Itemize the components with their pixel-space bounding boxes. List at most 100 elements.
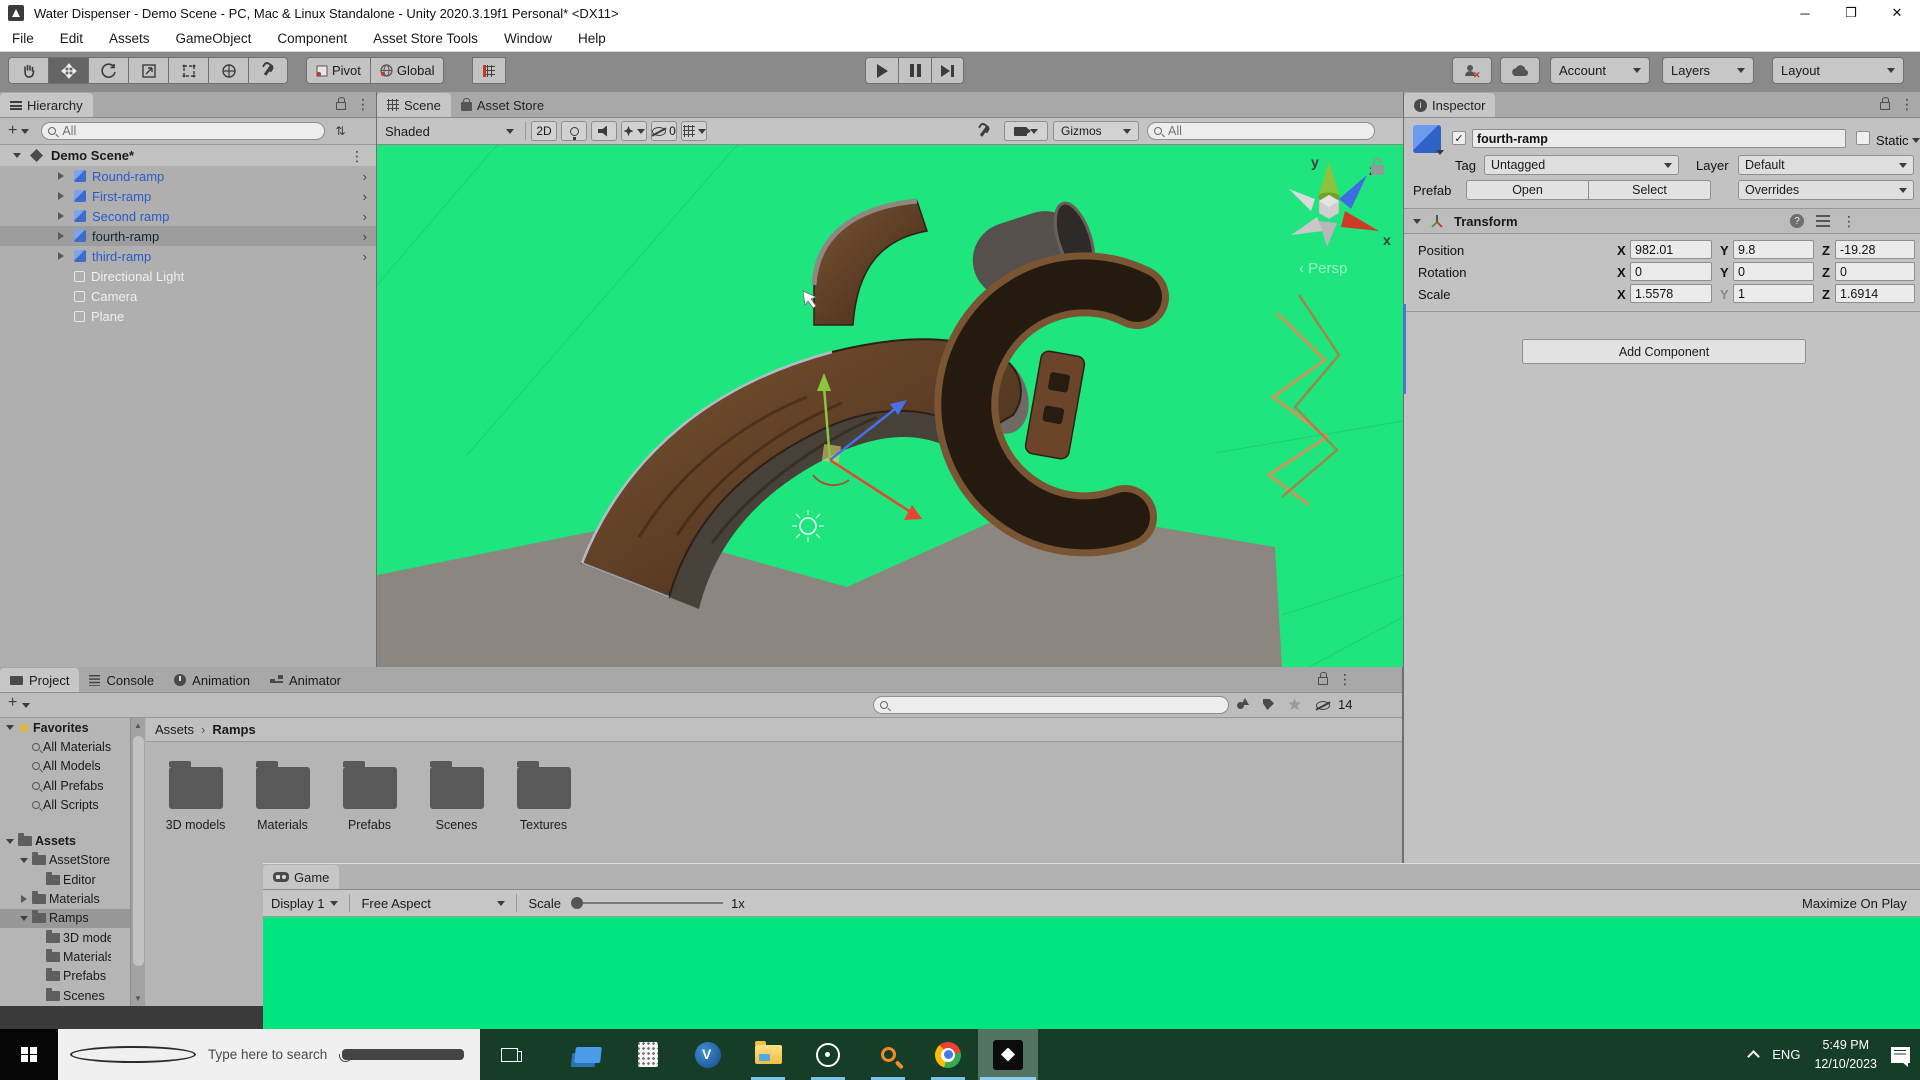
- asset-folder[interactable]: Scenes: [413, 759, 500, 832]
- hierarchy-item-second-ramp[interactable]: Second ramp ›: [0, 206, 376, 226]
- transform-component-header[interactable]: Transform ? ⋮: [1404, 208, 1920, 234]
- project-tree-item-scenes[interactable]: Scenes: [0, 986, 130, 1005]
- eye-slash-icon[interactable]: [1316, 701, 1330, 710]
- hidden-objects-button[interactable]: 0: [651, 121, 677, 141]
- tab-game[interactable]: Game: [263, 865, 340, 889]
- project-tree-item-favorites[interactable]: Favorites: [0, 718, 130, 737]
- breadcrumb-root[interactable]: Assets: [155, 722, 194, 737]
- rotation-x-field[interactable]: [1630, 262, 1712, 281]
- project-panel-tab-animation[interactable]: Animation: [164, 668, 260, 692]
- kebab-menu-icon[interactable]: ⋮: [1338, 672, 1352, 686]
- prefab-chevron-icon[interactable]: ›: [363, 209, 367, 224]
- project-search-input[interactable]: [892, 697, 1222, 713]
- position-z-field[interactable]: [1835, 240, 1915, 259]
- sort-icon[interactable]: ⇅: [335, 124, 345, 138]
- project-tree-item-all-models[interactable]: All Models: [0, 757, 130, 776]
- menu-item[interactable]: Help: [578, 31, 606, 46]
- scene-search-input[interactable]: [1166, 123, 1368, 139]
- object-name-field[interactable]: [1472, 129, 1846, 148]
- project-tree-item-assets[interactable]: Assets: [0, 831, 130, 850]
- custom-tool-button[interactable]: [248, 57, 288, 84]
- project-tree-item-all-prefabs[interactable]: All Prefabs: [0, 776, 130, 795]
- asset-folder[interactable]: 3D models: [152, 759, 239, 832]
- taskbar-clock[interactable]: 5:49 PM 12/10/2023: [1814, 1036, 1877, 1072]
- prefab-select-button[interactable]: Select: [1588, 180, 1711, 200]
- close-button[interactable]: ✕: [1874, 0, 1920, 26]
- scroll-up-icon[interactable]: ▲: [134, 721, 142, 730]
- expand-arrow-icon[interactable]: [5, 725, 15, 730]
- maximize-on-play-button[interactable]: Maximize On Play: [1802, 896, 1920, 911]
- game-viewport[interactable]: [263, 917, 1920, 1029]
- expand-arrow-icon[interactable]: [19, 895, 29, 903]
- project-tree-item-all-materials[interactable]: All Materials: [0, 737, 130, 756]
- layer-dropdown[interactable]: Default: [1738, 155, 1914, 175]
- v-app-button[interactable]: [678, 1029, 738, 1080]
- menu-item[interactable]: Asset Store Tools: [373, 31, 478, 46]
- expand-arrow-icon[interactable]: [19, 916, 29, 921]
- effects-dropdown-button[interactable]: [621, 121, 647, 141]
- lock-icon[interactable]: [336, 97, 346, 110]
- scale-slider-track[interactable]: [583, 902, 723, 904]
- scale-x-field[interactable]: [1630, 284, 1712, 303]
- rect-tool-button[interactable]: [168, 57, 208, 84]
- active-checkbox[interactable]: ✓: [1452, 131, 1466, 145]
- persp-indicator[interactable]: ‹ Persp: [1299, 260, 1347, 277]
- aspect-dropdown[interactable]: Free Aspect: [353, 890, 513, 916]
- add-component-button[interactable]: Add Component: [1522, 339, 1806, 364]
- hierarchy-search[interactable]: [41, 122, 326, 140]
- project-panel-tab-project[interactable]: Project: [0, 668, 80, 692]
- position-y-field[interactable]: [1733, 240, 1814, 259]
- scrollbar-highlight[interactable]: [1403, 304, 1406, 394]
- language-indicator[interactable]: ENG: [1772, 1047, 1800, 1062]
- camera-settings-button[interactable]: [1004, 121, 1048, 141]
- hierarchy-item-directional-light[interactable]: Directional Light ›: [0, 266, 376, 286]
- project-tree-item-editor[interactable]: Editor: [0, 870, 130, 889]
- rotation-z-field[interactable]: [1835, 262, 1915, 281]
- scene-search[interactable]: [1147, 122, 1375, 140]
- grid-visibility-button[interactable]: [681, 121, 707, 141]
- expand-arrow-icon[interactable]: [58, 252, 64, 260]
- asset-folder[interactable]: Materials: [239, 759, 326, 832]
- tab-inspector[interactable]: i Inspector: [1404, 93, 1496, 117]
- hierarchy-item-fourth-ramp[interactable]: fourth-ramp ›: [0, 226, 376, 246]
- menu-item[interactable]: Assets: [109, 31, 150, 46]
- account-dropdown[interactable]: Account: [1550, 57, 1650, 84]
- cloud-button[interactable]: [1500, 57, 1540, 84]
- step-button[interactable]: [931, 57, 964, 84]
- prefab-chevron-icon[interactable]: ›: [363, 189, 367, 204]
- project-tree-item-assetstore[interactable]: AssetStore: [0, 851, 130, 870]
- scene-root-row[interactable]: Demo Scene* ⋮: [0, 145, 376, 166]
- prefab-chevron-icon[interactable]: ›: [363, 249, 367, 264]
- hierarchy-item-plane[interactable]: Plane ›: [0, 306, 376, 326]
- scale-y-field[interactable]: [1733, 284, 1814, 303]
- scale-slider-knob[interactable]: [571, 897, 583, 909]
- scene-viewport[interactable]: y z x ‹ Persp: [376, 144, 1404, 668]
- microphone-icon[interactable]: [339, 1049, 464, 1062]
- scroll-down-icon[interactable]: ▼: [134, 994, 142, 1003]
- collapse-arrow-icon[interactable]: [1413, 218, 1421, 224]
- maximize-button[interactable]: ❒: [1828, 0, 1874, 26]
- expand-arrow-icon[interactable]: [58, 172, 64, 180]
- menu-item[interactable]: Edit: [60, 31, 83, 46]
- task-view-button[interactable]: [480, 1029, 538, 1080]
- scene-tools-button[interactable]: [971, 121, 997, 141]
- menu-item[interactable]: GameObject: [176, 31, 252, 46]
- lock-icon[interactable]: [1318, 672, 1328, 685]
- hierarchy-item-round-ramp[interactable]: Round-ramp ›: [0, 166, 376, 186]
- project-tree-item-all-scripts[interactable]: All Scripts: [0, 795, 130, 814]
- presets-icon[interactable]: [1816, 215, 1830, 227]
- hierarchy-item-first-ramp[interactable]: First-ramp ›: [0, 186, 376, 206]
- global-toggle-button[interactable]: Global: [369, 57, 445, 84]
- favorites-filter-icon[interactable]: [1288, 698, 1301, 711]
- lock-icon[interactable]: [1880, 97, 1890, 110]
- gizmos-dropdown[interactable]: Gizmos: [1053, 121, 1139, 141]
- gameobject-icon[interactable]: [1413, 125, 1441, 153]
- prefab-overrides-dropdown[interactable]: Overrides: [1738, 180, 1914, 200]
- pause-button[interactable]: [898, 57, 931, 84]
- breadcrumb-current[interactable]: Ramps: [212, 722, 255, 737]
- project-panel-tab-animator[interactable]: Animator: [260, 668, 351, 692]
- project-search[interactable]: [873, 696, 1229, 714]
- label-filter-icon[interactable]: [1263, 699, 1274, 710]
- taskbar-search[interactable]: Type here to search: [58, 1029, 480, 1080]
- rotation-y-field[interactable]: [1733, 262, 1814, 281]
